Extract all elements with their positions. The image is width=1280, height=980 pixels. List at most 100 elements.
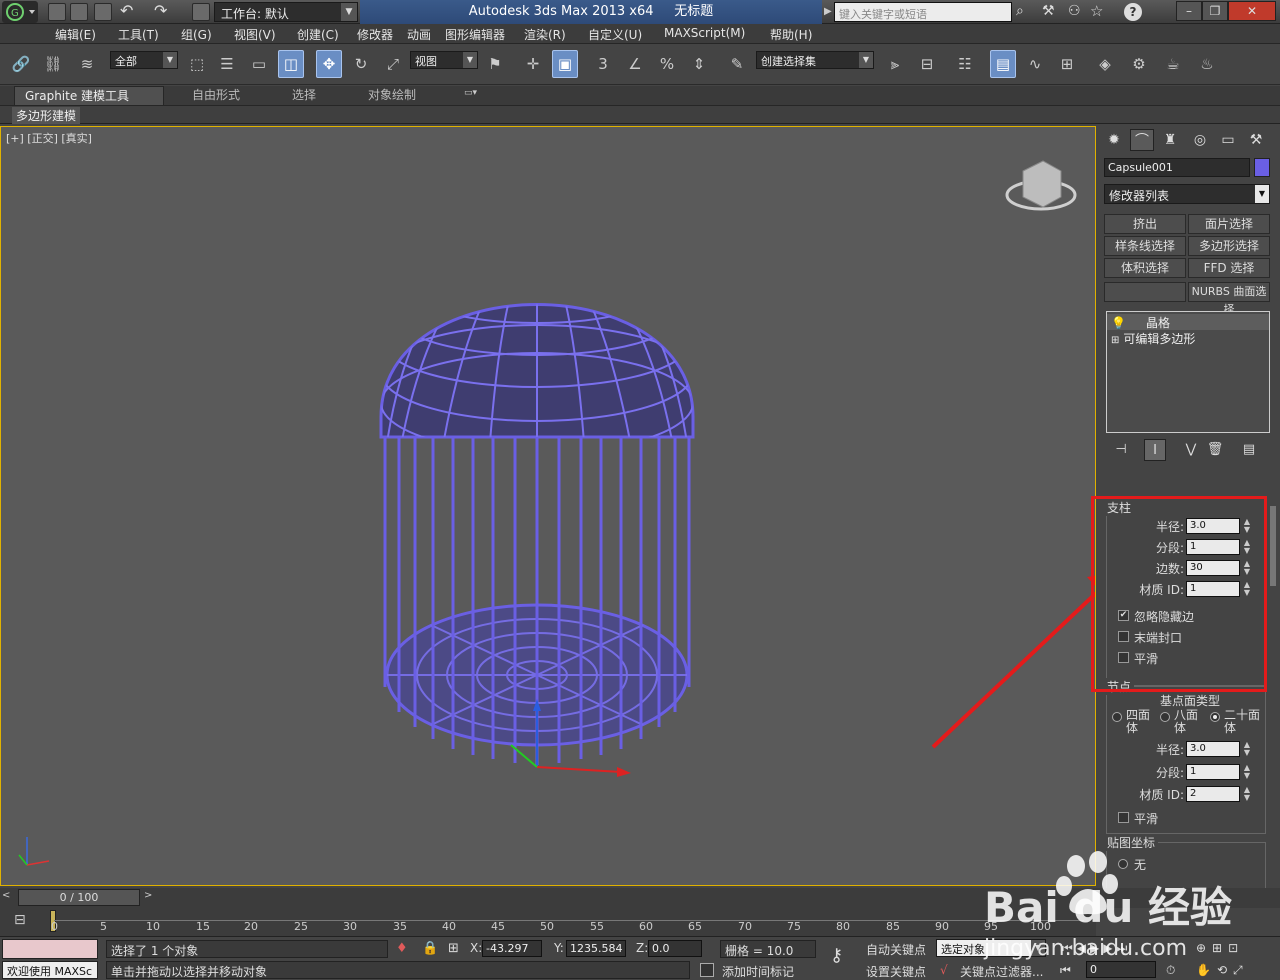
perspective-viewport[interactable]: [+] [正交] [真实]	[0, 126, 1096, 886]
welcome-text[interactable]: 欢迎使用 MAXSc	[2, 961, 98, 979]
volume-select-button[interactable]: 体积选择	[1104, 258, 1186, 278]
layer-manager-icon[interactable]: ☷	[952, 50, 978, 78]
remove-modifier-icon[interactable]: 🗑	[1204, 439, 1226, 461]
spinner-snap-icon[interactable]: ⇕	[686, 50, 712, 78]
close-button[interactable]: ✕	[1228, 1, 1276, 21]
undo-icon[interactable]: ↶	[120, 3, 138, 21]
tab-freeform[interactable]: 自由形式	[182, 86, 250, 105]
ribbon-options-icon[interactable]: ▭▾	[464, 88, 486, 102]
save-file-icon[interactable]	[94, 3, 112, 21]
select-move-icon[interactable]: ✥	[316, 50, 342, 78]
ignore-hidden-checkbox[interactable]: ✔	[1118, 610, 1129, 621]
key-filter-icon[interactable]: √	[940, 963, 948, 977]
absolute-mode-icon[interactable]: ⊞	[448, 941, 459, 956]
workspace-dropdown[interactable]: 工作台: 默认 ▼	[214, 2, 358, 22]
current-frame-input[interactable]: 0	[1086, 961, 1156, 978]
joints-matid-input[interactable]: 2	[1186, 786, 1240, 802]
connect-icon[interactable]: ⚇	[1068, 3, 1081, 19]
stack-item-lattice[interactable]: 💡 晶格	[1107, 314, 1269, 330]
modify-tab-icon[interactable]: ⌒	[1130, 129, 1154, 151]
angle-snap-icon[interactable]: ∠	[622, 50, 648, 78]
chevron-right-icon[interactable]: ▶	[824, 6, 832, 17]
object-name-field[interactable]: Capsule001	[1104, 158, 1250, 177]
binoculars-icon[interactable]: ⌕	[1016, 3, 1024, 19]
lock-icon[interactable]: 🔒	[422, 941, 438, 956]
selection-filter-dropdown[interactable]: 全部 ▼	[110, 51, 178, 69]
x-coord-input[interactable]: -43.297	[482, 940, 542, 957]
graphite-toggle-icon[interactable]: ▤	[990, 50, 1016, 78]
end-caps-checkbox[interactable]	[1118, 631, 1129, 642]
isolate-icon[interactable]: ♦	[396, 941, 408, 956]
menu-customize[interactable]: 自定义(U)	[588, 26, 642, 43]
track-bar[interactable]: ⊟ 0 5 10 15 20 25 30 35 40 45 50 55 60 6…	[0, 908, 1096, 936]
extrude-button[interactable]: 挤出	[1104, 214, 1186, 234]
pin-stack-icon[interactable]: ⊣	[1110, 439, 1132, 461]
redo-icon[interactable]: ↷	[154, 3, 172, 21]
keyboard-shortcut-override-icon[interactable]: ▣	[552, 50, 578, 78]
search-input[interactable]: 键入关键字或短语	[834, 2, 1012, 22]
manipulate-icon[interactable]: ✛	[520, 50, 546, 78]
struts-matid-input[interactable]: 1	[1186, 581, 1240, 597]
show-end-result-icon[interactable]: I	[1144, 439, 1166, 461]
panel-scrollbar[interactable]	[1270, 506, 1276, 586]
menu-create[interactable]: 创建(C)	[297, 26, 339, 43]
menu-modifiers[interactable]: 修改器	[357, 26, 393, 43]
menu-graph-editors[interactable]: 图形编辑器	[445, 26, 505, 43]
struts-radius-input[interactable]: 3.0	[1186, 518, 1240, 534]
tab-object-paint[interactable]: 对象绘制	[358, 86, 426, 105]
render-setup-icon[interactable]: ⚙	[1126, 50, 1152, 78]
next-frame-icon[interactable]: >	[144, 890, 152, 901]
unlink-icon[interactable]: ⛓	[40, 50, 66, 78]
modifier-list-dropdown[interactable]: 修改器列表 ▼	[1104, 184, 1270, 204]
time-slider[interactable]: 0 / 100	[18, 889, 140, 906]
tetra-radio[interactable]	[1112, 712, 1122, 722]
spinner-arrows-icon[interactable]: ▲ ▼	[1242, 518, 1252, 534]
y-coord-input[interactable]: 1235.584	[566, 940, 626, 957]
joints-smooth-checkbox[interactable]	[1118, 812, 1129, 823]
modifier-stack[interactable]: 💡 晶格 ⊞ 可编辑多边形	[1106, 311, 1270, 433]
display-tab-icon[interactable]: ▭	[1216, 129, 1240, 151]
key-filters-button[interactable]: 关键点过滤器...	[960, 963, 1043, 980]
time-config-icon[interactable]: ⏱	[1166, 963, 1175, 978]
edit-named-sel-icon[interactable]: ✎	[724, 50, 750, 78]
project-folder-icon[interactable]	[192, 3, 210, 21]
link-icon[interactable]: 🔗	[8, 50, 34, 78]
tab-selection[interactable]: 选择	[282, 86, 326, 105]
menu-edit[interactable]: 编辑(E)	[55, 26, 96, 43]
empty-modifier-button[interactable]	[1104, 282, 1186, 302]
curve-editor-icon[interactable]: ∿	[1022, 50, 1048, 78]
ffd-select-button[interactable]: FFD 选择	[1188, 258, 1270, 278]
select-object-icon[interactable]: ⬚	[184, 50, 210, 78]
menu-tools[interactable]: 工具(T)	[118, 26, 159, 43]
object-color-swatch[interactable]	[1254, 158, 1270, 177]
polygon-modeling-tab[interactable]: 多边形建模	[12, 107, 81, 124]
help-icon[interactable]: ?	[1124, 3, 1142, 21]
key-icon[interactable]: ⚷	[830, 945, 843, 966]
poly-select-button[interactable]: 多边形选择	[1188, 236, 1270, 256]
app-logo-button[interactable]: G	[2, 1, 38, 23]
render-teapot-icon[interactable]: ♨	[1194, 50, 1220, 78]
spinner-arrows-icon[interactable]: ▲ ▼	[1242, 764, 1252, 780]
add-time-tag-label[interactable]: 添加时间标记	[722, 963, 794, 980]
spinner-arrows-icon[interactable]: ▲ ▼	[1242, 741, 1252, 757]
patch-select-button[interactable]: 面片选择	[1188, 214, 1270, 234]
struts-segments-input[interactable]: 1	[1186, 539, 1240, 555]
reference-coord-dropdown[interactable]: 视图 ▼	[410, 51, 478, 69]
wrench-icon[interactable]: ⚒	[1042, 3, 1055, 19]
pivot-center-icon[interactable]: ⚑	[482, 50, 508, 78]
align-icon[interactable]: ⊟	[914, 50, 940, 78]
struts-smooth-checkbox[interactable]	[1118, 652, 1129, 663]
new-file-icon[interactable]	[48, 3, 66, 21]
rendered-frame-icon[interactable]: ☕	[1160, 50, 1186, 78]
spinner-arrows-icon[interactable]: ▲ ▼	[1242, 581, 1252, 597]
tab-graphite[interactable]: Graphite 建模工具	[14, 86, 164, 105]
mirror-icon[interactable]: ⫸	[882, 50, 908, 78]
lightbulb-icon[interactable]: 💡	[1111, 316, 1126, 330]
snaps-toggle-icon[interactable]: 3	[590, 50, 616, 78]
select-rotate-icon[interactable]: ↻	[348, 50, 374, 78]
icosa-radio[interactable]	[1210, 712, 1220, 722]
spinner-arrows-icon[interactable]: ▲ ▼	[1242, 560, 1252, 576]
joints-radius-input[interactable]: 3.0	[1186, 741, 1240, 757]
mapping-none-radio[interactable]	[1118, 859, 1128, 869]
z-coord-input[interactable]: 0.0	[648, 940, 702, 957]
